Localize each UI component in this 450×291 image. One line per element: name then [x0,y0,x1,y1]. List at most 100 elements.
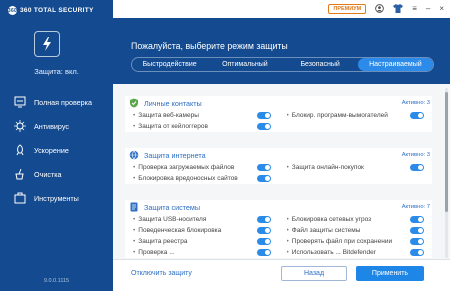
setting-row: Защита веб-камеры Блокир. программ-вымог… [125,110,432,121]
setting-label: Проверка ... [133,249,257,256]
setting-scan-on-save: Проверять файл при сохранении [279,238,433,245]
scan-icon [14,96,26,108]
brand-badge: 360 [7,6,18,15]
section-active-count: Активно: 3 [401,100,430,106]
premium-button[interactable]: ПРЕМИУМ [328,4,367,14]
setting-row: Поведенческая блокировка Файл защиты сис… [125,225,432,236]
app-version: 9.0.0.1115 [43,278,70,284]
usb-protection-toggle[interactable] [256,216,271,223]
setting-keylogger-protection: Защита от кейлоггеров [125,123,279,130]
mode-header: Пожалуйста, выберите режим защиты Быстро… [113,18,450,84]
minimize-icon[interactable]: – [426,5,430,13]
setting-row: Защита реестра Проверять файл при сохран… [125,236,432,247]
sidebar: 360 360 TOTAL SECURITY Защита: вкл. Полн… [0,0,113,291]
sidebar-item-antivirus[interactable]: Антивирус [0,114,113,138]
download-scan-toggle[interactable] [256,164,271,171]
setting-row: Защита USB-носителя Блокировка сетевых у… [125,214,432,225]
network-threats-toggle[interactable] [410,216,424,223]
section-header: Защита интернета Активно: 3 [125,148,432,162]
section-internet-protection: Защита интернета Активно: 3 Проверка заг… [125,148,432,184]
cleanup-icon [15,168,24,180]
globe-icon [129,150,139,160]
setting-label: Защита онлайн-покупок [287,164,411,171]
shirt-icon[interactable] [393,3,404,15]
tools-icon [14,192,26,204]
antivirus-icon [14,120,26,132]
protection-status: Защита: вкл. [34,67,79,76]
sidebar-item-label: Полная проверка [34,97,92,107]
section-personal-contacts: Личные контакты Активно: 3 Защита веб-ка… [125,96,432,132]
system-file-protection-toggle[interactable] [410,227,424,234]
close-icon[interactable]: × [439,5,444,13]
online-shopping-toggle[interactable] [410,164,424,171]
sidebar-item-cleanup[interactable]: Очистка [0,162,113,186]
setting-label: Использовать ... Bitdefender [287,249,411,256]
setting-webcam-protection: Защита веб-камеры [125,112,279,119]
setting-row: Проверка ... Использовать ... Bitdefende… [125,247,432,258]
tab-secure[interactable]: Безопасный [283,58,358,71]
sidebar-item-label: Ускорение [34,145,69,155]
setting-label: Защита USB-носителя [133,216,257,223]
setting-label: Блокировка вредоносных сайтов [133,175,257,182]
setting-label: Защита от кейлоггеров [133,123,257,130]
setting-behavior-block: Поведенческая блокировка [125,227,279,234]
setting-usb-protection: Защита USB-носителя [125,216,279,223]
setting-ransomware-block: Блокир. программ-вымогателей [279,112,433,119]
tab-optimal[interactable]: Оптимальный [207,58,282,71]
footer-bar: Отключить защиту Назад Применить [113,259,450,291]
back-button[interactable]: Назад [281,266,347,281]
partial-item-toggle[interactable] [256,249,271,256]
setting-row: Защита от кейлоггеров [125,121,432,132]
section-title: Личные контакты [144,98,202,108]
setting-system-file-protection: Файл защиты системы [279,227,433,234]
sidebar-item-label: Инструменты [34,193,79,203]
setting-bitdefender: Использовать ... Bitdefender [279,249,433,256]
scan-on-save-toggle[interactable] [410,238,424,245]
behavior-block-toggle[interactable] [256,227,271,234]
settings-panel: Личные контакты Активно: 3 Защита веб-ка… [113,84,450,259]
setting-network-threats: Блокировка сетевых угроз [279,216,433,223]
setting-label: Поведенческая блокировка [133,227,257,234]
setting-row: Проверка загружаемых файлов Защита онлай… [125,162,432,173]
setting-label: Блокир. программ-вымогателей [287,112,411,119]
webcam-protection-toggle[interactable] [256,112,271,119]
setting-online-shopping: Защита онлайн-покупок [279,164,433,171]
malicious-sites-toggle[interactable] [256,175,271,182]
setting-label: Проверка загружаемых файлов [133,164,257,171]
sidebar-item-tools[interactable]: Инструменты [0,186,113,210]
bitdefender-toggle[interactable] [410,249,424,256]
tab-custom[interactable]: Настраиваемый [357,58,433,71]
setting-partial-item: Проверка ... [125,249,279,256]
rocket-icon [16,144,24,156]
disable-protection-link[interactable]: Отключить защиту [131,270,192,277]
section-header: Защита системы Активно: 7 [125,200,432,214]
setting-registry-protection: Защита реестра [125,238,279,245]
title-bar: ПРЕМИУМ ≡ – × [113,0,450,18]
setting-label: Проверять файл при сохранении [287,238,411,245]
sidebar-item-label: Очистка [34,169,62,179]
apply-button[interactable]: Применить [356,266,424,281]
setting-download-scan: Проверка загружаемых файлов [125,164,279,171]
page-title: Пожалуйста, выберите режим защиты [131,41,288,51]
registry-protection-toggle[interactable] [256,238,271,245]
scrollbar-thumb[interactable] [445,92,448,212]
sidebar-item-label: Антивирус [34,121,69,131]
document-shield-icon [130,202,138,212]
setting-row: Блокировка вредоносных сайтов [125,173,432,184]
ransomware-block-toggle[interactable] [410,112,424,119]
brand-logo: 360 360 TOTAL SECURITY [8,6,94,15]
menu-icon[interactable]: ≡ [412,5,417,13]
tab-performance[interactable]: Быстродействие [132,58,207,71]
user-icon[interactable] [375,3,385,15]
setting-label: Защита реестра [133,238,257,245]
sidebar-item-speedup[interactable]: Ускорение [0,138,113,162]
section-header: Личные контакты Активно: 3 [125,96,432,110]
sidebar-nav: Полная проверка Антивирус Ускорение Очис… [0,90,113,210]
sidebar-item-full-scan[interactable]: Полная проверка [0,90,113,114]
brand-name: 360 TOTAL SECURITY [20,7,94,14]
keylogger-protection-toggle[interactable] [256,123,271,130]
section-active-count: Активно: 3 [401,152,430,158]
section-active-count: Активно: 7 [401,204,430,210]
shield-check-icon [130,98,138,108]
protection-shield-icon[interactable] [34,31,60,57]
